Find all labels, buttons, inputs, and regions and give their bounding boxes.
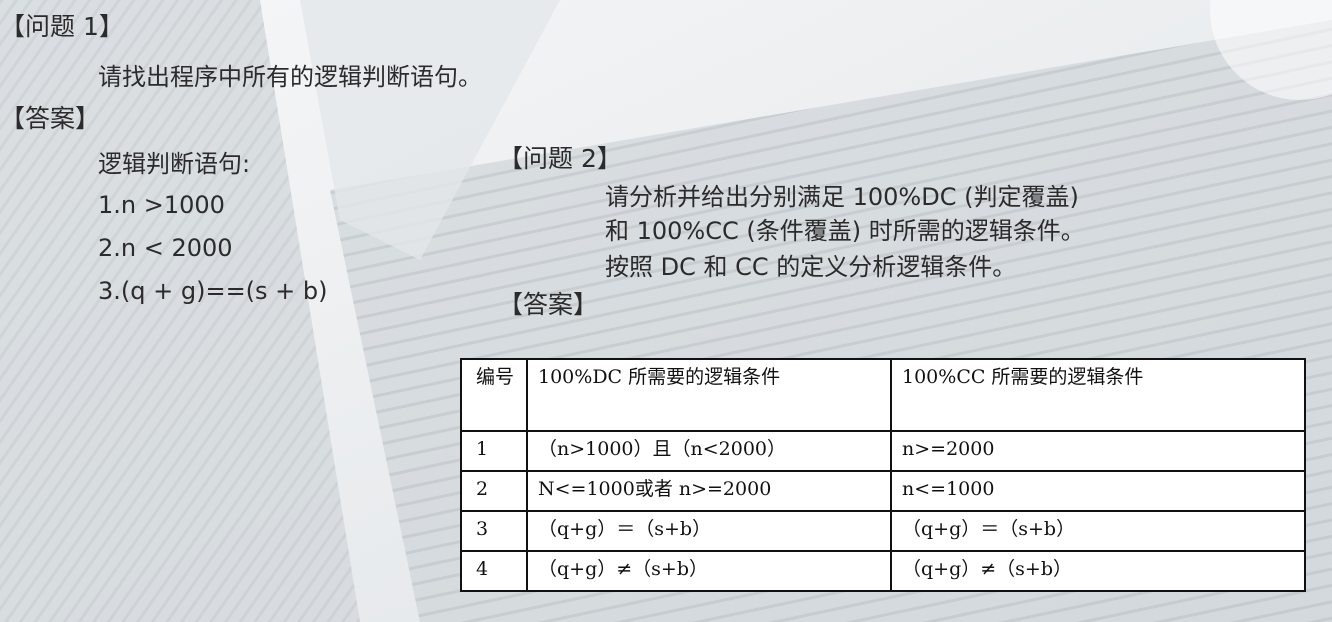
q2-answer-title: 【答案】: [498, 290, 599, 319]
row-dc-condition: （n>1000）且（n<2000）: [526, 430, 892, 472]
row-number: 1: [460, 430, 528, 472]
row-number: 4: [460, 550, 528, 592]
q1-answer-1: 1.n >1000: [98, 191, 225, 219]
q1-answer-3: 3.(q + g)==(s + b): [98, 277, 328, 305]
table-header-row: 编号 100%DC 所需要的逻辑条件 100%CC 所需要的逻辑条件: [460, 358, 1306, 432]
q1-answer-title: 【答案】: [0, 104, 101, 133]
q1-question: 请找出程序中所有的逻辑判断语句。: [98, 63, 482, 91]
row-dc-condition: （q+g）≠（s+b）: [526, 550, 892, 592]
header-cc: 100%CC 所需要的逻辑条件: [890, 358, 1306, 432]
table-row: 1 （n>1000）且（n<2000） n>=2000: [460, 430, 1306, 472]
row-number: 3: [460, 510, 528, 552]
q1-answer-heading: 逻辑判断语句:: [98, 150, 251, 178]
row-dc-condition: N<=1000或者 n>=2000: [526, 470, 892, 512]
table-row: 3 （q+g）＝（s+b） （q+g）＝（s+b）: [460, 510, 1306, 552]
q1-title: 【问题 1】: [0, 12, 124, 41]
header-dc: 100%DC 所需要的逻辑条件: [526, 358, 892, 432]
q2-question-line-1: 请分析并给出分别满足 100%DC (判定覆盖): [605, 183, 1079, 211]
header-number: 编号: [460, 358, 528, 432]
row-cc-condition: n<=1000: [890, 470, 1306, 512]
q2-question-line-3: 按照 DC 和 CC 的定义分析逻辑条件。: [605, 253, 1017, 281]
q2-title: 【问题 2】: [498, 144, 622, 173]
row-cc-condition: n>=2000: [890, 430, 1306, 472]
row-cc-condition: （q+g）≠（s+b）: [890, 550, 1306, 592]
q2-question-line-2: 和 100%CC (条件覆盖) 时所需的逻辑条件。: [605, 217, 1085, 245]
table-row: 2 N<=1000或者 n>=2000 n<=1000: [460, 470, 1306, 512]
q1-answer-2: 2.n < 2000: [98, 234, 233, 262]
table-row: 4 （q+g）≠（s+b） （q+g）≠（s+b）: [460, 550, 1306, 592]
logic-condition-table: 编号 100%DC 所需要的逻辑条件 100%CC 所需要的逻辑条件 1 （n>…: [460, 358, 1306, 592]
row-number: 2: [460, 470, 528, 512]
row-dc-condition: （q+g）＝（s+b）: [526, 510, 892, 552]
row-cc-condition: （q+g）＝（s+b）: [890, 510, 1306, 552]
